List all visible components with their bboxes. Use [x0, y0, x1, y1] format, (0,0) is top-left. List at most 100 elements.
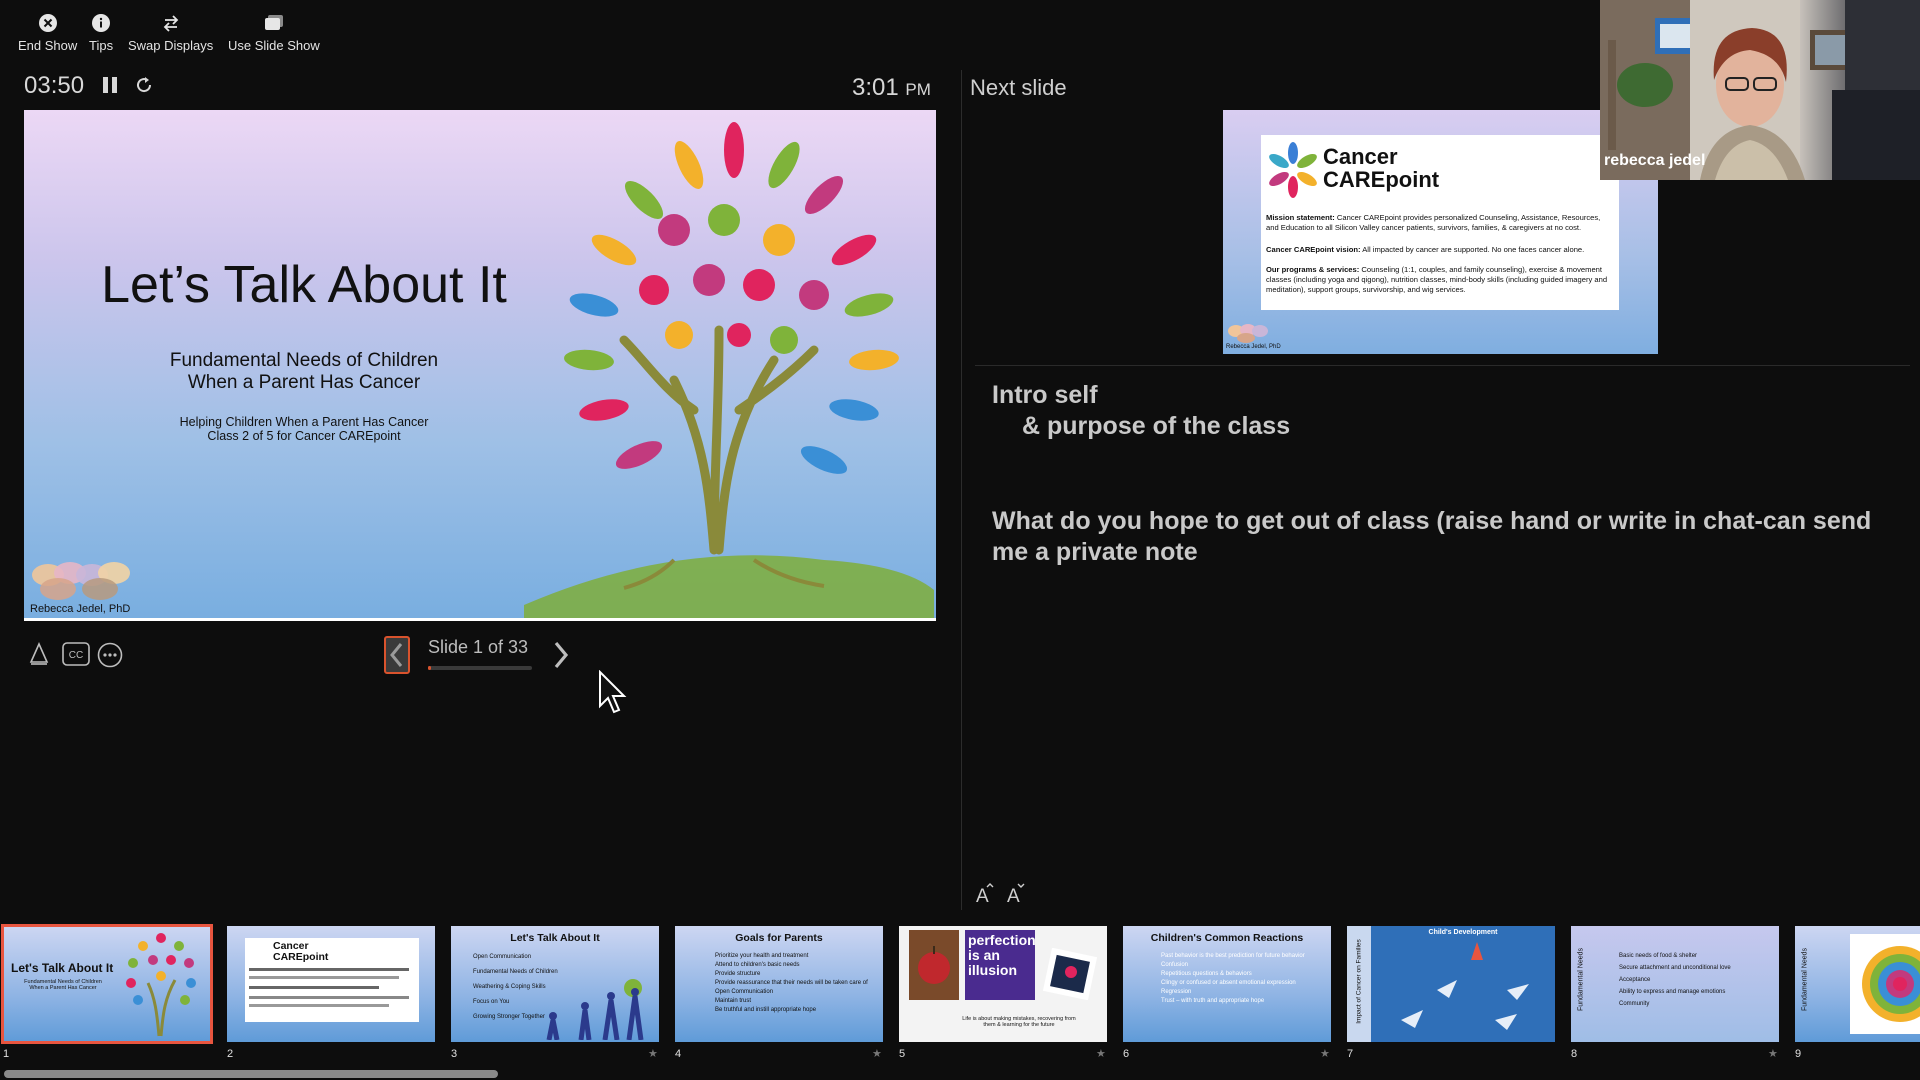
thumb-4-line: Provide structure: [715, 971, 761, 977]
thumb-8-line: Secure attachment and unconditional love: [1619, 965, 1731, 971]
thumb-1-sub: Fundamental Needs of Children When a Par…: [24, 979, 102, 991]
current-time-value: 3:01: [852, 74, 899, 101]
current-time-ampm: PM: [905, 80, 931, 99]
slide-thumbnail-2[interactable]: Cancer CAREpoint: [227, 926, 435, 1042]
thumb-number-7: 7: [1347, 1048, 1354, 1060]
programs-label: Our programs & services:: [1266, 265, 1360, 274]
thumb-8-line: Basic needs of food & shelter: [1619, 953, 1698, 959]
closed-caption-icon: CC: [62, 642, 90, 670]
font-increase-icon: A: [974, 883, 996, 910]
thumb-6-lines: Past behavior is the best prediction for…: [1161, 952, 1305, 1006]
chevron-left-icon: [386, 643, 408, 676]
increase-font-button[interactable]: A: [974, 883, 996, 911]
thumb-6-line: Trust – with truth and appropriate hope: [1161, 998, 1265, 1004]
thumb-8-line: Acceptance: [1619, 977, 1651, 983]
slide-thumbnail-9[interactable]: Fundamental Needs: [1795, 926, 1920, 1042]
mission-label: Mission statement:: [1266, 213, 1335, 222]
slide-thumbnail-6[interactable]: Children's Common Reactions Past behavio…: [1123, 926, 1331, 1042]
thumb-4-line: Attend to children's basic needs: [715, 962, 800, 968]
thumb-number-4: 4: [675, 1048, 682, 1060]
slide-thumbnail-8[interactable]: Fundamental Needs Basic needs of food & …: [1571, 926, 1779, 1042]
swap-displays-label: Swap Displays: [128, 38, 214, 53]
slide-thumbnail-4[interactable]: Goals for Parents Prioritize your health…: [675, 926, 883, 1042]
thumb-7-title: Child's Development: [1428, 929, 1498, 936]
webcam-video: rebecca jedel: [1600, 0, 1920, 180]
notes-divider: [975, 365, 1910, 366]
more-options-button[interactable]: [97, 642, 123, 673]
slide-thumbnail-5[interactable]: perfection is an illusion Life is about …: [899, 926, 1107, 1042]
tips-button[interactable]: Tips: [89, 12, 113, 53]
ellipsis-circle-icon: [97, 642, 123, 672]
thumb-3-family-silhouette: [546, 979, 644, 1040]
svg-text:CC: CC: [69, 650, 83, 661]
slide-thumbnail-1[interactable]: Let's Talk About It Fundamental Needs of…: [1, 924, 213, 1044]
refresh-icon: [134, 77, 154, 99]
thumbnail-scrollbar[interactable]: [4, 1070, 498, 1078]
slide-small-line-1: Helping Children When a Parent Has Cance…: [179, 415, 429, 429]
thumb-9-side: Fundamental Needs: [1801, 947, 1809, 1012]
thumb-8-line: Community: [1619, 1001, 1650, 1007]
thumb-number-6: 6: [1123, 1048, 1130, 1060]
previous-slide-button[interactable]: [384, 636, 410, 674]
current-time: 3:01 PM: [852, 74, 931, 102]
thumb-7-paper-planes: [1401, 942, 1529, 1030]
vision-label: Cancer CAREpoint vision:: [1266, 245, 1361, 254]
decrease-font-button[interactable]: A: [1005, 883, 1027, 911]
end-show-button[interactable]: End Show: [18, 12, 77, 53]
thumb-4-line: Maintain trust: [715, 998, 752, 1004]
thumb-5-sticker: [1042, 948, 1098, 1000]
next-slide-button[interactable]: [550, 638, 572, 677]
author-logo: [32, 562, 130, 600]
slide-thumbnail-3[interactable]: Let's Talk About It Open Communication F…: [451, 926, 659, 1042]
thumb-number-9: 9: [1795, 1048, 1802, 1060]
vision-text: All impacted by cancer are supported. No…: [1362, 245, 1585, 254]
carepoint-logo-icon: [1269, 142, 1317, 198]
notes-line-3: What do you hope to get out of class (ra…: [992, 507, 1872, 566]
next-slide-preview[interactable]: Cancer CAREpoint Mission statement: Canc…: [1223, 110, 1658, 354]
thumb-6-title: Children's Common Reactions: [1150, 932, 1304, 944]
use-slide-show-button[interactable]: Use Slide Show: [228, 12, 320, 53]
screen-icon: [263, 12, 285, 34]
thumb-5-star-icon: ★: [1096, 1048, 1106, 1060]
use-slide-show-label: Use Slide Show: [228, 38, 320, 53]
pen-tool-button[interactable]: [28, 642, 50, 671]
thumb-9-wheel-chart: [1850, 934, 1920, 1034]
slide-author: Rebecca Jedel, PhD: [30, 603, 131, 615]
slide-progress-bar: [428, 666, 532, 670]
thumb-3-line: Open Communication: [473, 954, 532, 960]
pause-button[interactable]: [102, 76, 118, 99]
next-slide-programs: Our programs & services: Counseling (1:1…: [1266, 265, 1614, 295]
swap-displays-button[interactable]: Swap Displays: [128, 12, 213, 53]
current-slide[interactable]: Let’s Talk About It Fundamental Needs of…: [24, 110, 936, 621]
thumb-1-title: Let's Talk About It: [11, 961, 114, 975]
elapsed-timer: 03:50: [24, 72, 85, 99]
thumb-4-line: Prioritize your health and treatment: [715, 953, 809, 959]
laser-pointer-icon: [28, 642, 50, 670]
next-slide-label: Next slide: [970, 75, 1067, 100]
next-slide-brand-line-1: Cancer: [1323, 144, 1398, 169]
next-slide-author: Rebecca Jedel, PhD: [1226, 344, 1281, 350]
thumb-number-5: 5: [899, 1048, 906, 1060]
thumb-8-side: Fundamental Needs: [1577, 947, 1585, 1012]
thumb-5-title: perfection is an illusion: [965, 930, 1036, 1000]
notes-line-1: Intro self: [992, 381, 1098, 409]
next-slide-brand-line-2: CAREpoint: [1323, 167, 1440, 192]
cursor-arrow-icon: [598, 669, 628, 718]
slide-title: Let’s Talk About It: [101, 256, 507, 314]
thumb-4-line: Provide reassurance that their needs wil…: [715, 980, 868, 986]
thumb-8-lines: Basic needs of food & shelter Secure att…: [1619, 950, 1731, 1010]
thumb-5-apple-image: [909, 930, 959, 1000]
speaker-notes[interactable]: Intro self & purpose of the class What d…: [992, 380, 1892, 568]
slide-thumbnail-7[interactable]: Impact of Cancer on Families Child's Dev…: [1347, 926, 1555, 1042]
slide-progress-fill: [428, 666, 432, 670]
thumb-6-line: Regression: [1161, 989, 1192, 995]
reset-timer-button[interactable]: [134, 75, 154, 100]
thumb-4-title: Goals for Parents: [735, 932, 823, 944]
thumb-4-lines: Prioritize your health and treatment Att…: [715, 952, 868, 1015]
subtitles-button[interactable]: CC: [62, 642, 90, 671]
thumb-2-title: Cancer CAREpoint: [273, 940, 329, 963]
thumb-4-star-icon: ★: [872, 1048, 882, 1060]
thumb-8-line: Ability to express and manage emotions: [1619, 989, 1726, 995]
svg-text:A: A: [976, 886, 989, 905]
svg-text:A: A: [1007, 886, 1020, 905]
